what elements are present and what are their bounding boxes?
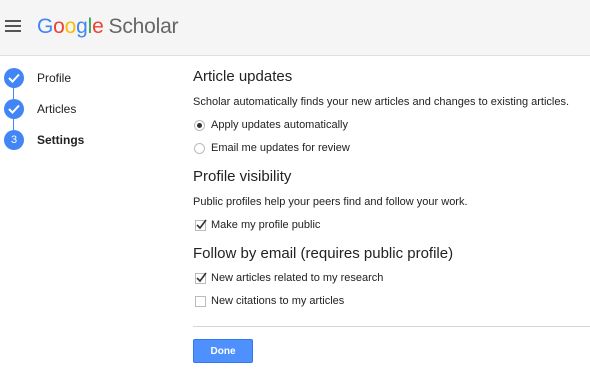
checkmark-icon xyxy=(8,73,20,83)
logo-letter: o xyxy=(53,15,65,38)
logo-letter: e xyxy=(92,15,104,38)
profile-visibility-heading: Profile visibility xyxy=(193,168,292,185)
checkbox-checked[interactable] xyxy=(195,272,207,284)
hamburger-menu-icon[interactable] xyxy=(5,20,21,34)
step-articles[interactable]: Articles xyxy=(4,99,154,121)
checkmark-icon xyxy=(196,219,207,230)
step-label: Profile xyxy=(37,71,72,85)
logo-letter: g xyxy=(76,15,88,38)
profile-visibility-description: Public profiles help your peers find and… xyxy=(193,196,468,208)
step-complete-badge xyxy=(4,68,24,88)
step-complete-badge xyxy=(4,99,24,119)
radio-selected[interactable] xyxy=(194,120,205,131)
option-label: Make my profile public xyxy=(211,219,321,231)
divider xyxy=(193,326,590,327)
checkbox-unchecked[interactable] xyxy=(195,296,206,307)
option-label: Apply updates automatically xyxy=(211,119,348,131)
step-profile[interactable]: Profile xyxy=(4,68,154,90)
logo-letter: o xyxy=(64,15,77,38)
radio-unselected[interactable] xyxy=(194,143,205,154)
done-button[interactable]: Done xyxy=(193,339,253,363)
top-header: Google Scholar xyxy=(0,0,590,56)
step-number-badge: 3 xyxy=(4,130,24,150)
option-label: New articles related to my research xyxy=(211,272,384,284)
step-label: Settings xyxy=(37,133,85,147)
checkmark-icon xyxy=(196,272,207,283)
logo-suffix: Scholar xyxy=(108,15,179,38)
logo-letter: G xyxy=(37,15,54,38)
option-label: Email me updates for review xyxy=(211,142,350,154)
option-label: New citations to my articles xyxy=(211,295,345,307)
checkmark-icon xyxy=(8,104,20,114)
step-settings: 3 Settings xyxy=(4,130,154,152)
article-updates-description: Scholar automatically finds your new art… xyxy=(193,96,570,108)
checkbox-checked[interactable] xyxy=(195,219,207,231)
google-scholar-logo[interactable]: Google Scholar xyxy=(37,14,179,40)
article-updates-heading: Article updates xyxy=(193,68,293,85)
follow-email-heading: Follow by email (requires public profile… xyxy=(193,245,454,262)
step-label: Articles xyxy=(37,102,77,116)
